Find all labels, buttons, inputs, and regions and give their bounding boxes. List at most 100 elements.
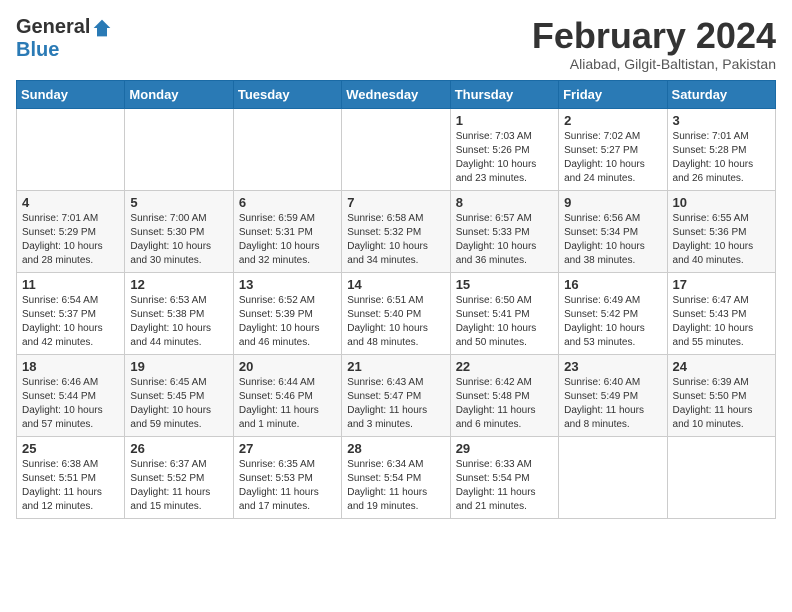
day-number: 29 <box>456 441 553 456</box>
table-row: 27 Sunrise: 6:35 AM Sunset: 5:53 PM Dayli… <box>233 436 341 518</box>
day-info: Sunrise: 6:53 AM Sunset: 5:38 PM Dayligh… <box>130 294 227 350</box>
day-number: 3 <box>673 113 770 128</box>
calendar-header-row: Sunday Monday Tuesday Wednesday Thursday… <box>17 80 776 108</box>
day-info: Sunrise: 6:46 AM Sunset: 5:44 PM Dayligh… <box>22 376 119 432</box>
table-row: 29 Sunrise: 6:33 AM Sunset: 5:54 PM Dayli… <box>450 436 558 518</box>
calendar-week-row: 1 Sunrise: 7:03 AM Sunset: 5:26 PM Daylig… <box>17 108 776 190</box>
day-info: Sunrise: 6:38 AM Sunset: 5:51 PM Dayligh… <box>22 458 119 514</box>
day-info: Sunrise: 7:02 AM Sunset: 5:27 PM Dayligh… <box>564 130 661 186</box>
col-tuesday: Tuesday <box>233 80 341 108</box>
table-row: 20 Sunrise: 6:44 AM Sunset: 5:46 PM Dayli… <box>233 354 341 436</box>
day-info: Sunrise: 6:56 AM Sunset: 5:34 PM Dayligh… <box>564 212 661 268</box>
day-info: Sunrise: 6:34 AM Sunset: 5:54 PM Dayligh… <box>347 458 444 514</box>
table-row: 15 Sunrise: 6:50 AM Sunset: 5:41 PM Dayli… <box>450 272 558 354</box>
day-number: 28 <box>347 441 444 456</box>
table-row: 25 Sunrise: 6:38 AM Sunset: 5:51 PM Dayli… <box>17 436 125 518</box>
day-info: Sunrise: 6:55 AM Sunset: 5:36 PM Dayligh… <box>673 212 770 268</box>
table-row: 17 Sunrise: 6:47 AM Sunset: 5:43 PM Dayli… <box>667 272 775 354</box>
day-number: 11 <box>22 277 119 292</box>
table-row: 12 Sunrise: 6:53 AM Sunset: 5:38 PM Dayli… <box>125 272 233 354</box>
day-number: 4 <box>22 195 119 210</box>
day-number: 9 <box>564 195 661 210</box>
table-row: 4 Sunrise: 7:01 AM Sunset: 5:29 PM Daylig… <box>17 190 125 272</box>
day-number: 19 <box>130 359 227 374</box>
table-row: 16 Sunrise: 6:49 AM Sunset: 5:42 PM Dayli… <box>559 272 667 354</box>
day-number: 10 <box>673 195 770 210</box>
table-row: 2 Sunrise: 7:02 AM Sunset: 5:27 PM Daylig… <box>559 108 667 190</box>
table-row <box>667 436 775 518</box>
calendar-table: Sunday Monday Tuesday Wednesday Thursday… <box>16 80 776 519</box>
table-row <box>342 108 450 190</box>
day-number: 20 <box>239 359 336 374</box>
table-row: 13 Sunrise: 6:52 AM Sunset: 5:39 PM Dayli… <box>233 272 341 354</box>
day-info: Sunrise: 6:45 AM Sunset: 5:45 PM Dayligh… <box>130 376 227 432</box>
day-info: Sunrise: 7:01 AM Sunset: 5:28 PM Dayligh… <box>673 130 770 186</box>
day-info: Sunrise: 6:47 AM Sunset: 5:43 PM Dayligh… <box>673 294 770 350</box>
day-info: Sunrise: 6:59 AM Sunset: 5:31 PM Dayligh… <box>239 212 336 268</box>
table-row: 22Sunrise: 6:42 AM Sunset: 5:48 PM Dayli… <box>450 354 558 436</box>
day-number: 25 <box>22 441 119 456</box>
day-info: Sunrise: 6:42 AM Sunset: 5:48 PM Dayligh… <box>456 376 553 432</box>
day-number: 12 <box>130 277 227 292</box>
logo-general-text: General <box>16 16 90 39</box>
day-info: Sunrise: 6:51 AM Sunset: 5:40 PM Dayligh… <box>347 294 444 350</box>
header: General Blue February 2024 Aliabad, Gilg… <box>16 16 776 72</box>
day-info: Sunrise: 6:50 AM Sunset: 5:41 PM Dayligh… <box>456 294 553 350</box>
table-row: 18 Sunrise: 6:46 AM Sunset: 5:44 PM Dayli… <box>17 354 125 436</box>
table-row: 11Sunrise: 6:54 AM Sunset: 5:37 PM Dayli… <box>17 272 125 354</box>
day-number: 8 <box>456 195 553 210</box>
col-friday: Friday <box>559 80 667 108</box>
logo-icon <box>92 18 112 38</box>
logo-blue-text: Blue <box>16 39 59 62</box>
day-number: 14 <box>347 277 444 292</box>
table-row: 28 Sunrise: 6:34 AM Sunset: 5:54 PM Dayli… <box>342 436 450 518</box>
day-info: Sunrise: 6:57 AM Sunset: 5:33 PM Dayligh… <box>456 212 553 268</box>
day-number: 24 <box>673 359 770 374</box>
col-wednesday: Wednesday <box>342 80 450 108</box>
day-number: 2 <box>564 113 661 128</box>
day-info: Sunrise: 6:52 AM Sunset: 5:39 PM Dayligh… <box>239 294 336 350</box>
day-info: Sunrise: 6:40 AM Sunset: 5:49 PM Dayligh… <box>564 376 661 432</box>
day-number: 23 <box>564 359 661 374</box>
day-number: 17 <box>673 277 770 292</box>
col-saturday: Saturday <box>667 80 775 108</box>
col-thursday: Thursday <box>450 80 558 108</box>
day-number: 27 <box>239 441 336 456</box>
table-row <box>233 108 341 190</box>
calendar-week-row: 11Sunrise: 6:54 AM Sunset: 5:37 PM Dayli… <box>17 272 776 354</box>
table-row <box>559 436 667 518</box>
day-info: Sunrise: 7:00 AM Sunset: 5:30 PM Dayligh… <box>130 212 227 268</box>
day-info: Sunrise: 6:37 AM Sunset: 5:52 PM Dayligh… <box>130 458 227 514</box>
day-info: Sunrise: 7:01 AM Sunset: 5:29 PM Dayligh… <box>22 212 119 268</box>
table-row <box>125 108 233 190</box>
title-section: February 2024 Aliabad, Gilgit-Baltistan,… <box>532 16 776 72</box>
table-row: 7Sunrise: 6:58 AM Sunset: 5:32 PM Daylig… <box>342 190 450 272</box>
day-number: 26 <box>130 441 227 456</box>
day-number: 1 <box>456 113 553 128</box>
table-row: 19 Sunrise: 6:45 AM Sunset: 5:45 PM Dayli… <box>125 354 233 436</box>
day-info: Sunrise: 6:49 AM Sunset: 5:42 PM Dayligh… <box>564 294 661 350</box>
calendar-week-row: 4 Sunrise: 7:01 AM Sunset: 5:29 PM Daylig… <box>17 190 776 272</box>
table-row: 6 Sunrise: 6:59 AM Sunset: 5:31 PM Daylig… <box>233 190 341 272</box>
col-sunday: Sunday <box>17 80 125 108</box>
table-row: 14 Sunrise: 6:51 AM Sunset: 5:40 PM Dayli… <box>342 272 450 354</box>
day-info: Sunrise: 6:35 AM Sunset: 5:53 PM Dayligh… <box>239 458 336 514</box>
month-year-title: February 2024 <box>532 16 776 56</box>
table-row <box>17 108 125 190</box>
day-info: Sunrise: 6:33 AM Sunset: 5:54 PM Dayligh… <box>456 458 553 514</box>
day-number: 5 <box>130 195 227 210</box>
location-subtitle: Aliabad, Gilgit-Baltistan, Pakistan <box>532 56 776 72</box>
day-number: 13 <box>239 277 336 292</box>
day-number: 18 <box>22 359 119 374</box>
day-number: 15 <box>456 277 553 292</box>
day-info: Sunrise: 6:43 AM Sunset: 5:47 PM Dayligh… <box>347 376 444 432</box>
table-row: 26 Sunrise: 6:37 AM Sunset: 5:52 PM Dayli… <box>125 436 233 518</box>
col-monday: Monday <box>125 80 233 108</box>
day-number: 6 <box>239 195 336 210</box>
logo: General Blue <box>16 16 112 62</box>
day-info: Sunrise: 7:03 AM Sunset: 5:26 PM Dayligh… <box>456 130 553 186</box>
day-number: 21 <box>347 359 444 374</box>
day-info: Sunrise: 6:44 AM Sunset: 5:46 PM Dayligh… <box>239 376 336 432</box>
table-row: 10 Sunrise: 6:55 AM Sunset: 5:36 PM Dayli… <box>667 190 775 272</box>
day-number: 16 <box>564 277 661 292</box>
